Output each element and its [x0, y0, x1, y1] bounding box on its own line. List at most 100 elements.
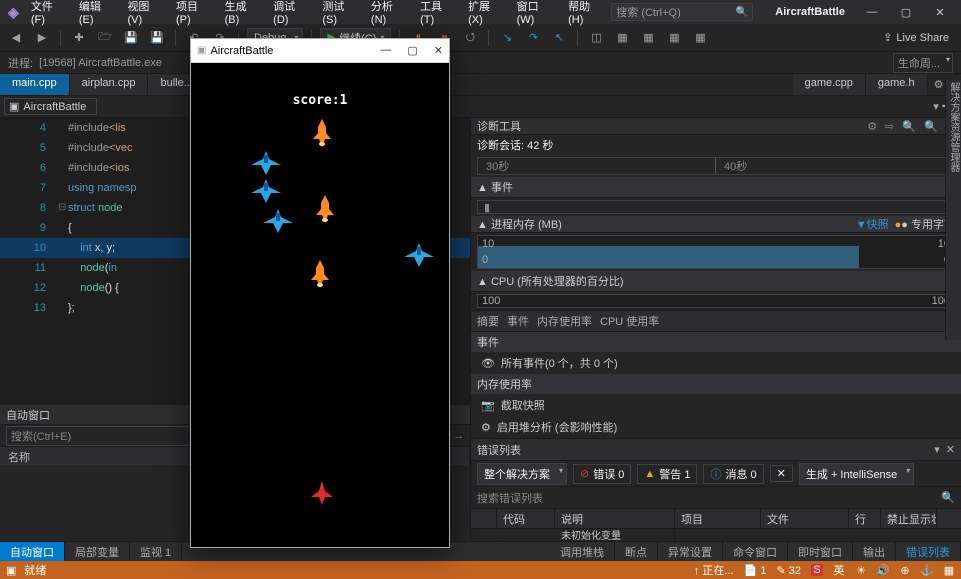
tray-icon[interactable]: ⊕	[899, 564, 911, 576]
search-icon[interactable]: 🔍	[941, 491, 955, 504]
menu-build[interactable]: 生成(B)	[219, 0, 266, 29]
open-icon[interactable]: 🗁	[95, 28, 115, 48]
tool-icon[interactable]: ◫	[586, 28, 606, 48]
save-icon[interactable]: 💾	[121, 28, 141, 48]
new-icon[interactable]: ✚	[69, 28, 89, 48]
menu-window[interactable]: 窗口(W)	[511, 0, 560, 29]
export-icon[interactable]: ⇨	[885, 120, 894, 133]
gear-icon[interactable]: ⚙	[934, 78, 944, 91]
th-code[interactable]: 代码	[497, 509, 555, 528]
nav-fwd-icon[interactable]: ▶	[32, 28, 52, 48]
game-canvas[interactable]: score:1	[191, 63, 449, 547]
status-add[interactable]: 📄 1	[744, 564, 767, 577]
status-edit[interactable]: ✎ 32	[776, 564, 801, 577]
zoom-in-icon[interactable]: 🔍	[902, 120, 916, 133]
lifecycle-dropdown[interactable]: 生命周...	[893, 53, 953, 73]
zoom-out-icon[interactable]: 🔍	[924, 120, 938, 133]
tool-icon[interactable]: ▦	[638, 28, 658, 48]
tab-airplan-cpp[interactable]: airplan.cpp	[70, 74, 149, 95]
th-file[interactable]: 文件	[761, 509, 849, 528]
game-titlebar[interactable]: ▣ AircraftBattle — ▢ ✕	[191, 39, 449, 63]
source-dropdown[interactable]: 生成 + IntelliSense	[799, 463, 914, 485]
nav-back-icon[interactable]: ◀	[6, 28, 26, 48]
solution-explorer-rail[interactable]: 解决方案资源管理器	[945, 80, 961, 340]
diag-tab-cpu[interactable]: CPU 使用率	[600, 313, 659, 329]
diag-tab-mem[interactable]: 内存使用率	[537, 313, 592, 329]
step-over-icon[interactable]: ↷	[523, 28, 543, 48]
snapshot-toggle[interactable]: ▼快照	[856, 216, 889, 232]
status-sync[interactable]: ↑ 正在...	[694, 562, 734, 578]
diag-events-header[interactable]: ▲ 事件	[471, 177, 961, 198]
enable-heap[interactable]: ⚙ 启用堆分析 (会影响性能)	[471, 416, 961, 438]
th-desc[interactable]: 说明	[555, 509, 675, 528]
menu-analyze[interactable]: 分析(N)	[365, 0, 412, 29]
tab-game-cpp[interactable]: game.cpp	[793, 74, 866, 95]
scope-dropdown[interactable]: 整个解决方案	[477, 463, 567, 485]
tray-ime-icon[interactable]: S	[811, 564, 823, 576]
message-filter[interactable]: ⓘ消息 0	[703, 464, 763, 484]
menu-ext[interactable]: 扩展(X)	[462, 0, 509, 29]
tray-icon[interactable]: 🔊	[877, 564, 889, 576]
tab-game-h[interactable]: game.h	[866, 74, 928, 95]
th-proj[interactable]: 项目	[675, 509, 761, 528]
th-supp[interactable]: 禁止显示状	[881, 509, 937, 528]
close-button[interactable]: ✕	[923, 1, 957, 23]
bottom-tab-breakpoints[interactable]: 断点	[615, 542, 658, 561]
memory-chart[interactable]: 10 10 0 0	[477, 235, 955, 269]
step-into-icon[interactable]: ↘	[497, 28, 517, 48]
quick-search-input[interactable]: 搜索 (Ctrl+Q)	[611, 3, 753, 21]
step-out-icon[interactable]: ↖	[549, 28, 569, 48]
cpu-chart[interactable]: 100 100	[477, 294, 955, 308]
menu-file[interactable]: 文件(F)	[25, 0, 71, 29]
dropdown-icon[interactable]: ▾	[934, 443, 940, 456]
tray-icon[interactable]: ▦	[943, 564, 955, 576]
diag-events-track[interactable]: ▮	[477, 200, 955, 214]
game-window[interactable]: ▣ AircraftBattle — ▢ ✕ score:1	[190, 38, 450, 548]
errlist-search-input[interactable]: 搜索错误列表	[477, 490, 941, 506]
live-share-button[interactable]: ⇪ Live Share	[877, 31, 955, 44]
bottom-tab-exceptions[interactable]: 异常设置	[658, 542, 723, 561]
diag-time-ruler[interactable]: 30秒 40秒	[477, 157, 955, 175]
tool-icon[interactable]: ▦	[612, 28, 632, 48]
menu-tools[interactable]: 工具(T)	[414, 0, 460, 29]
bottom-tab-locals[interactable]: 局部变量	[65, 542, 130, 561]
minimize-button[interactable]: —	[380, 44, 391, 57]
th-line[interactable]: 行	[849, 509, 881, 528]
close-icon[interactable]: ✕	[946, 443, 955, 456]
menu-debug[interactable]: 调试(D)	[267, 0, 314, 29]
tool-icon[interactable]: ▦	[664, 28, 684, 48]
menu-project[interactable]: 项目(P)	[170, 0, 217, 29]
tab-main-cpp[interactable]: main.cpp	[0, 74, 70, 95]
tray-icon[interactable]: ⚓	[921, 564, 933, 576]
tray-lang-icon[interactable]: 英	[833, 564, 845, 576]
clear-filter[interactable]: ✕	[770, 465, 793, 482]
gear-icon[interactable]: ⚙	[867, 120, 877, 133]
tray-icon[interactable]: ☀	[855, 564, 867, 576]
tool-icon[interactable]: ▦	[690, 28, 710, 48]
diag-mem-header[interactable]: ▲ 进程内存 (MB) ▼快照 ●● 专用字节	[471, 216, 961, 233]
bottom-tab-immediate[interactable]: 即时窗口	[788, 542, 853, 561]
error-filter[interactable]: ⊘错误 0	[573, 464, 631, 484]
bottom-tab-output[interactable]: 输出	[853, 542, 896, 561]
menu-edit[interactable]: 编辑(E)	[73, 0, 120, 29]
take-snapshot[interactable]: 📷 截取快照	[471, 394, 961, 416]
maximize-button[interactable]: ▢	[407, 44, 417, 57]
save-all-icon[interactable]: 💾	[147, 28, 167, 48]
warning-filter[interactable]: ▲警告 1	[637, 464, 697, 484]
events-summary[interactable]: 👁 所有事件(0 个，共 0 个)	[471, 352, 961, 374]
bottom-tab-watch1[interactable]: 监视 1	[130, 542, 182, 561]
bottom-tab-errorlist[interactable]: 错误列表	[896, 542, 961, 561]
menu-view[interactable]: 视图(V)	[121, 0, 168, 29]
maximize-button[interactable]: ▢	[889, 1, 923, 23]
menu-test[interactable]: 测试(S)	[316, 0, 363, 29]
diag-tab-summary[interactable]: 摘要	[477, 313, 499, 329]
close-button[interactable]: ✕	[434, 44, 443, 57]
project-scope-dropdown[interactable]: ▣ AircraftBattle	[4, 98, 97, 115]
restart-icon[interactable]: ⭯	[460, 28, 480, 48]
menu-help[interactable]: 帮助(H)	[562, 0, 609, 29]
minimize-button[interactable]: —	[855, 1, 889, 23]
diag-tab-events[interactable]: 事件	[507, 313, 529, 329]
next-icon[interactable]: →	[453, 430, 464, 442]
bottom-tab-callstack[interactable]: 调用堆栈	[550, 542, 615, 561]
diag-cpu-header[interactable]: ▲ CPU (所有处理器的百分比)	[471, 271, 961, 292]
